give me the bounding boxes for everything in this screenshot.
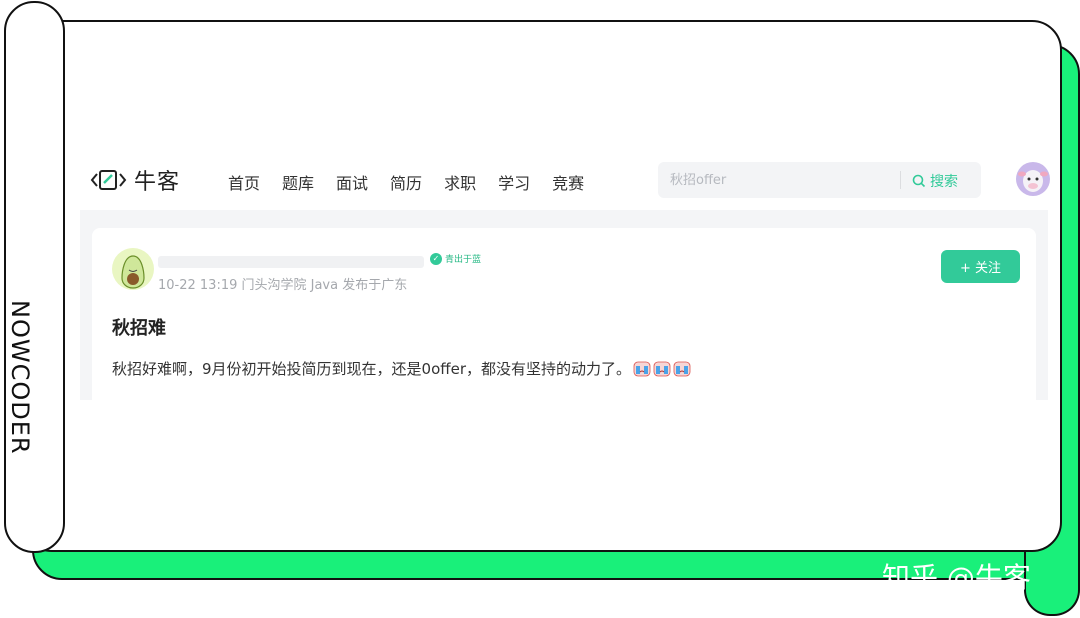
author-name-blurred — [158, 256, 424, 268]
avocado-avatar-icon — [121, 255, 145, 289]
post-meta: 10-22 13:19 门头沟学院 Java 发布于广东 — [158, 278, 408, 293]
search-button-label: 搜索 — [930, 174, 958, 190]
author-badge: ✓ 青出于蓝 — [430, 252, 481, 265]
search-icon — [912, 174, 926, 188]
logo[interactable]: 牛客 — [90, 164, 180, 196]
crying-face-icon — [653, 361, 671, 376]
nav-item-jobs[interactable]: 求职 — [444, 170, 476, 194]
nav-item-problems[interactable]: 题库 — [282, 170, 314, 194]
search-box: 搜索 — [658, 162, 981, 198]
nav-item-learn[interactable]: 学习 — [498, 170, 530, 194]
nowcoder-logo-icon — [90, 170, 127, 190]
post-title[interactable]: 秋招难 — [112, 314, 166, 340]
nav-item-contest[interactable]: 竞赛 — [552, 170, 584, 194]
crying-face-icon — [633, 361, 651, 376]
side-tab — [4, 1, 65, 553]
post-card: ✓ 青出于蓝 10-22 13:19 门头沟学院 Java 发布于广东 + 关注… — [92, 228, 1036, 400]
nowcoder-page: 牛客 首页 题库 面试 简历 求职 学习 竞赛 搜索 — [80, 154, 1050, 400]
post-body: 秋招好难啊，9月份初开始投简历到现在，还是0offer，都没有坚持的动力了。 — [112, 358, 691, 379]
badge-icon: ✓ — [430, 252, 442, 265]
search-input[interactable] — [670, 162, 898, 198]
nav-item-interview[interactable]: 面试 — [336, 170, 368, 194]
search-button[interactable]: 搜索 — [912, 171, 958, 191]
cow-avatar-icon — [1018, 170, 1048, 192]
search-divider — [900, 171, 901, 189]
follow-button[interactable]: + 关注 — [941, 250, 1020, 283]
badge-label: 青出于蓝 — [445, 255, 482, 265]
watermark: 知乎 @牛客 — [882, 561, 1031, 594]
user-avatar[interactable] — [1016, 162, 1050, 196]
author-avatar[interactable] — [112, 248, 154, 290]
crying-face-icon — [673, 361, 691, 376]
nav-item-resume[interactable]: 简历 — [390, 170, 422, 194]
post-body-text: 秋招好难啊，9月份初开始投简历到现在，还是0offer，都没有坚持的动力了。 — [112, 360, 631, 378]
main-nav: 首页 题库 面试 简历 求职 学习 竞赛 — [228, 170, 606, 194]
logo-text: 牛客 — [134, 170, 181, 195]
top-header: 牛客 首页 题库 面试 简历 求职 学习 竞赛 搜索 — [80, 154, 1050, 208]
side-label: NOWCODER — [6, 300, 34, 455]
nav-item-home[interactable]: 首页 — [228, 170, 260, 194]
